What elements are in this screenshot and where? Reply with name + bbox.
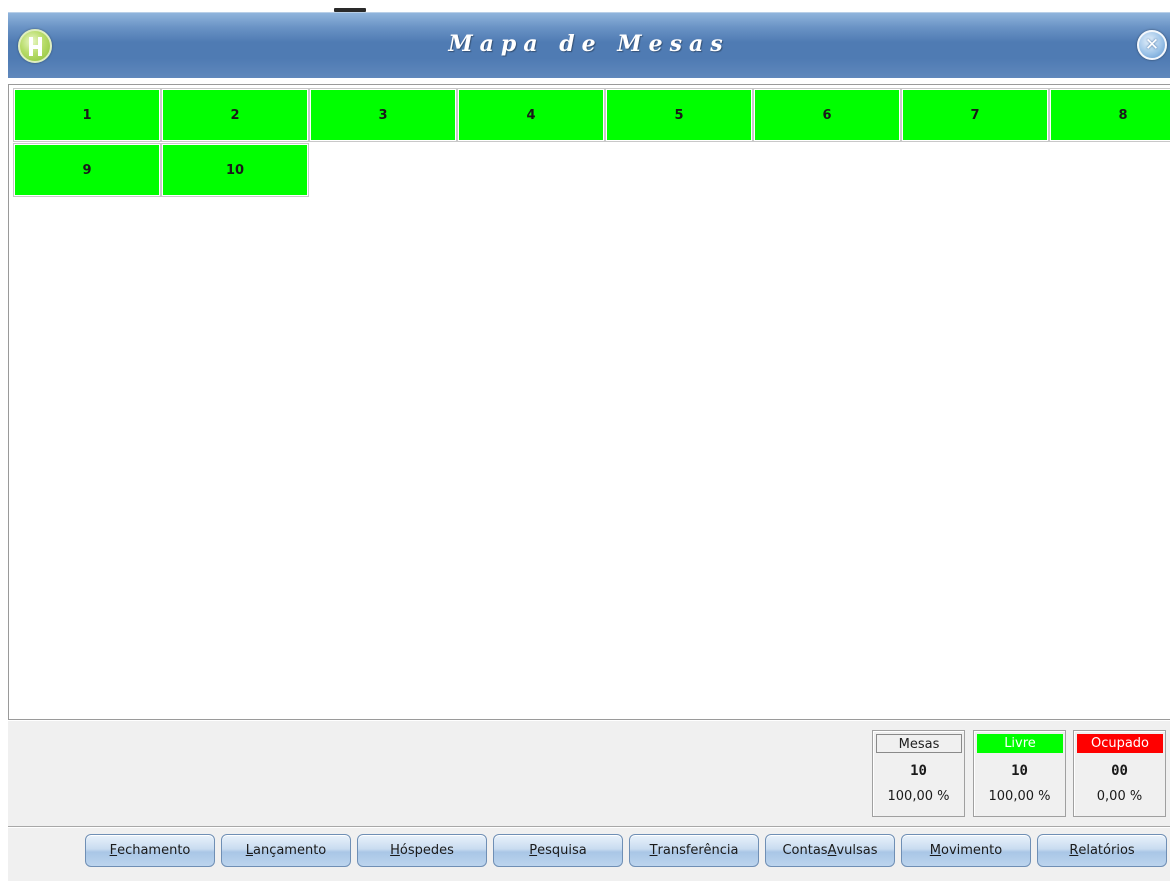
table-tile-10[interactable]: 10 [161,143,309,197]
table-tile-5[interactable]: 5 [605,88,753,142]
livre-summary-box: Livre 10 100,00 % [973,730,1066,817]
ocupado-summary-percent: 0,00 % [1096,789,1143,804]
mesas-summary-percent: 100,00 % [887,789,950,804]
table-tile-7[interactable]: 7 [901,88,1049,142]
close-icon[interactable]: ✕ [1137,30,1167,60]
mesas-summary-box: Mesas 10 100,00 % [872,730,965,817]
table-tile-6[interactable]: 6 [753,88,901,142]
action-button-bar: Fechamento Lançamento Hóspedes Pesquisa Tran… [8,828,1170,881]
ocupado-summary-label: Ocupado [1077,734,1163,753]
contas-avulsas-button[interactable]: Contas Avulsas [765,834,895,867]
fechamento-button[interactable]: Fechamento [85,834,215,867]
table-tile-9[interactable]: 9 [13,143,161,197]
livre-summary-label: Livre [977,734,1063,753]
window-title: Mapa de Mesas [448,31,730,57]
mesas-summary-count: 10 [910,763,927,779]
window-titlebar: Mapa de Mesas [8,12,1170,78]
transferencia-button[interactable]: Transferência [629,834,759,867]
status-summary-panel: Mesas 10 100,00 % Livre 10 100,00 % Ocup… [8,721,1170,826]
relatorios-button[interactable]: Relatórios [1037,834,1167,867]
hospedes-button[interactable]: Hóspedes [357,834,487,867]
livre-summary-count: 10 [1011,763,1028,779]
livre-summary-percent: 100,00 % [988,789,1051,804]
pesquisa-button[interactable]: Pesquisa [493,834,623,867]
table-tile-3[interactable]: 3 [309,88,457,142]
ocupado-summary-count: 00 [1111,763,1128,779]
table-tile-8[interactable]: 8 [1049,88,1170,142]
mesas-summary-label: Mesas [876,734,962,753]
movimento-button[interactable]: Movimento [901,834,1031,867]
lancamento-button[interactable]: Lançamento [221,834,351,867]
table-tile-4[interactable]: 4 [457,88,605,142]
table-tile-1[interactable]: 1 [13,88,161,142]
ocupado-summary-box: Ocupado 00 0,00 % [1073,730,1166,817]
table-tile-2[interactable]: 2 [161,88,309,142]
table-map-area: 1 2 3 4 5 6 7 8 9 10 [8,84,1170,720]
